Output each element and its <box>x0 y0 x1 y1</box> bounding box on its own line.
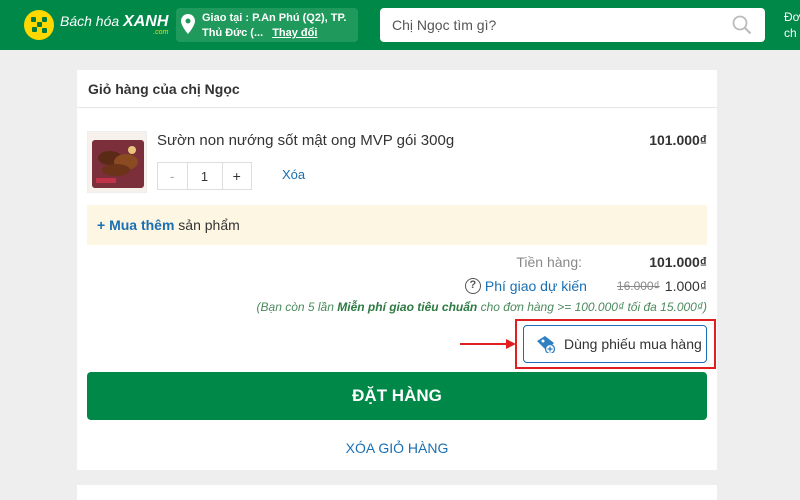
subtotal-value: 101.000₫ <box>649 254 707 270</box>
search-input[interactable] <box>380 8 765 42</box>
buy-more-banner[interactable]: + Mua thêm sản phẩm <box>87 205 707 245</box>
free-shipping-note: (Bạn còn 5 lần Miễn phí giao tiêu chuẩn … <box>256 300 707 314</box>
top-header: Bách hóa XANH .com Giao tại : P.An Phú (… <box>0 0 800 50</box>
product-price: 101.000₫ <box>649 132 707 148</box>
increase-quantity-button[interactable]: + <box>221 163 251 189</box>
subtotal-label: Tiền hàng: <box>516 254 582 270</box>
use-voucher-button[interactable]: Dùng phiếu mua hàng <box>523 325 707 363</box>
delivery-location[interactable]: Giao tại : P.An Phú (Q2), TP. Thủ Đức (.… <box>176 8 358 42</box>
shipping-fee-new: 1.000₫ <box>664 278 707 294</box>
shipping-fee-row: ? Phí giao dự kiến 16.000₫ 1.000₫ <box>464 278 707 294</box>
user-menu-line1: Đơ <box>784 10 800 24</box>
product-name[interactable]: Sườn non nướng sốt mật ong MVP gói 300g <box>157 132 454 149</box>
decrease-quantity-button[interactable]: - <box>158 163 188 189</box>
use-voucher-label: Dùng phiếu mua hàng <box>564 336 702 352</box>
search-icon[interactable] <box>732 15 752 35</box>
buy-more-link[interactable]: + Mua thêm <box>97 217 174 233</box>
quantity-stepper: - + <box>157 162 252 190</box>
logo[interactable]: Bách hóa XANH .com <box>24 10 168 40</box>
user-menu-line2: ch <box>784 26 797 40</box>
clear-cart-link[interactable]: XÓA GIỎ HÀNG <box>77 440 717 456</box>
voucher-icon <box>537 336 556 353</box>
change-location-link[interactable]: Thay đổi <box>272 27 317 39</box>
location-line1: Giao tại : P.An Phú (Q2), TP. <box>202 12 347 24</box>
arrow-icon <box>460 339 516 349</box>
shipping-fee-old: 16.000₫ <box>616 279 660 293</box>
help-icon[interactable]: ? <box>464 278 481 294</box>
logo-icon <box>24 10 54 40</box>
logo-text: Bách hóa XANH .com <box>60 13 169 37</box>
place-order-button[interactable]: ĐẶT HÀNG <box>87 372 707 420</box>
location-line2: Thủ Đức (... <box>202 27 264 39</box>
cart-panel: Giỏ hàng của chị Ngọc Sườn non nướng sốt… <box>77 70 717 470</box>
location-pin-icon <box>181 14 195 34</box>
delete-item-link[interactable]: Xóa <box>282 167 305 182</box>
quantity-input[interactable] <box>187 163 222 189</box>
next-section <box>77 485 717 500</box>
user-menu[interactable]: Đơ ch <box>784 9 800 41</box>
product-image[interactable] <box>87 131 147 193</box>
buy-more-text: sản phẩm <box>174 217 240 233</box>
cart-title: Giỏ hàng của chị Ngọc <box>77 70 717 108</box>
shipping-fee-label[interactable]: Phí giao dự kiến <box>485 278 587 294</box>
